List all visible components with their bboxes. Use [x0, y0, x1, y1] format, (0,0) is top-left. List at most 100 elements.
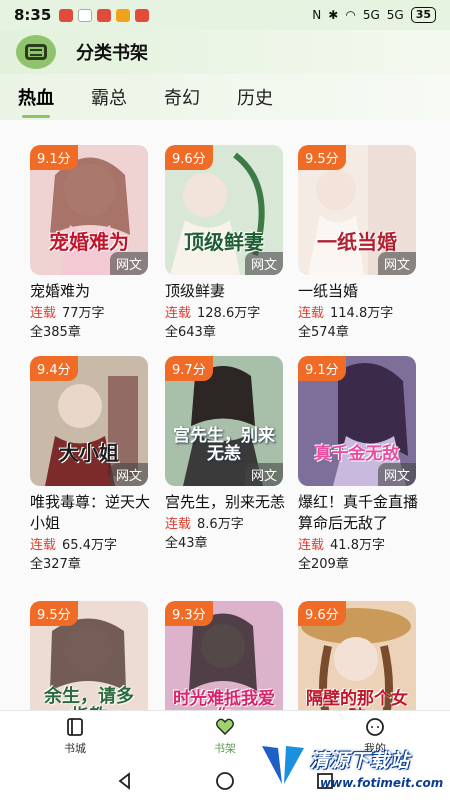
- tab-history[interactable]: 历史: [237, 84, 273, 120]
- score-badge: 9.1分: [298, 356, 346, 381]
- book-title[interactable]: 唯我毒尊：逆天大小姐: [30, 492, 150, 534]
- cover-title: 隔壁的那个女孩: [306, 688, 408, 710]
- book-meta: 连载 41.8万字: [298, 536, 418, 555]
- book-cover[interactable]: 9.5分 余生，请多指教: [30, 601, 148, 710]
- genre-tag: 网文: [109, 463, 148, 486]
- word-count: 41.8万字: [330, 538, 385, 553]
- score-badge: 9.1分: [30, 145, 78, 170]
- book-cover[interactable]: 9.7分 宫先生，别来无恙 网文: [165, 356, 283, 486]
- score-badge: 9.5分: [30, 601, 78, 626]
- book-cover[interactable]: 9.6分 顶级鲜妻 网文: [165, 145, 283, 275]
- nav-label: 书架: [214, 742, 236, 755]
- cover-title: 真千金无敌: [314, 444, 400, 465]
- book-cover[interactable]: 9.1分 宠婚难为 网文: [30, 145, 148, 275]
- site-watermark: 清源下载站 www.fotimeit.com: [258, 738, 448, 798]
- signal-5g-icon: 5G: [362, 8, 380, 22]
- cover-title: 宠婚难为: [49, 230, 129, 254]
- page-title: 分类书架: [76, 43, 148, 64]
- genre-tag: 网文: [377, 463, 416, 486]
- book-meta: 连载 65.4万字: [30, 536, 150, 555]
- score-badge: 9.7分: [165, 356, 213, 381]
- genre-tag: 网文: [109, 252, 148, 275]
- book-card[interactable]: 9.3分 时光难抵我爱你: [165, 601, 285, 710]
- word-count: 77万字: [62, 306, 105, 321]
- book-title[interactable]: 一纸当婚: [298, 281, 418, 302]
- score-badge: 9.6分: [165, 145, 213, 170]
- book-card[interactable]: 9.7分 宫先生，别来无恙 网文 宫先生，别来无恙 连载 8.6万字 全43章: [165, 356, 285, 553]
- book-cover[interactable]: 9.6分 隔壁的那个女孩: [298, 601, 416, 710]
- nfc-icon: N: [312, 8, 322, 22]
- notification-icons: [59, 8, 150, 22]
- back-triangle-icon[interactable]: [115, 771, 135, 791]
- status-indicators: N ✱ ◠ 5G 5G 35: [312, 7, 436, 23]
- chapter-count: 全327章: [30, 557, 81, 572]
- book-card[interactable]: 9.5分 一纸当婚 网文 一纸当婚 连载 114.8万字 全574章: [298, 145, 418, 342]
- serial-status: 连载: [298, 538, 325, 553]
- video-notification-icon: [116, 8, 131, 22]
- tab-domineering-ceo[interactable]: 霸总: [91, 84, 127, 120]
- home-circle-icon[interactable]: [215, 771, 235, 791]
- cover-title: 时光难抵我爱你: [173, 688, 275, 710]
- cover-title: 一纸当婚: [317, 230, 397, 254]
- book-card[interactable]: 9.5分 余生，请多指教: [30, 601, 150, 710]
- category-tabs: 热血 霸总 奇幻 历史: [0, 74, 450, 120]
- chapter-count: 全643章: [165, 325, 216, 340]
- bookshelf-heart-icon: [216, 718, 234, 735]
- watermark-text: 清源下载站: [310, 750, 411, 772]
- book-title[interactable]: 爆红！真千金直播算命后无敌了: [298, 492, 418, 534]
- book-card[interactable]: 9.1分 真千金无敌 网文 爆红！真千金直播算命后无敌了 连载 41.8万字 全2…: [298, 356, 418, 574]
- serial-status: 连载: [30, 306, 57, 321]
- book-card[interactable]: 9.4分 大小姐 网文 唯我毒尊：逆天大小姐 连载 65.4万字 全327章: [30, 356, 150, 574]
- status-time: 8:35: [14, 6, 52, 24]
- score-badge: 9.3分: [165, 601, 213, 626]
- book-title[interactable]: 顶级鲜妻: [165, 281, 285, 302]
- genre-tag: 网文: [244, 252, 283, 275]
- tab-hot-blood[interactable]: 热血: [18, 84, 54, 120]
- score-badge: 9.4分: [30, 356, 78, 381]
- book-grid: 9.1分 宠婚难为 网文 宠婚难为 连载 77万字 全385章 9.6分 顶级鲜妻…: [0, 120, 450, 710]
- score-badge: 9.5分: [298, 145, 346, 170]
- signal-5g-icon-2: 5G: [386, 8, 404, 22]
- book-cover[interactable]: 9.3分 时光难抵我爱你: [165, 601, 283, 710]
- serial-status: 连载: [165, 306, 192, 321]
- book-card[interactable]: 9.1分 宠婚难为 网文 宠婚难为 连载 77万字 全385章: [30, 145, 150, 342]
- wifi-icon: ◠: [345, 8, 356, 22]
- book-cover[interactable]: 9.5分 一纸当婚 网文: [298, 145, 416, 275]
- tab-fantasy[interactable]: 奇幻: [164, 84, 200, 120]
- word-count: 114.8万字: [330, 306, 394, 321]
- chapter-count: 全385章: [30, 325, 81, 340]
- book-title[interactable]: 宠婚难为: [30, 281, 150, 302]
- book-title[interactable]: 宫先生，别来无恙: [165, 492, 285, 513]
- word-count: 128.6万字: [197, 306, 261, 321]
- book-card[interactable]: 9.6分 隔壁的那个女孩: [298, 601, 418, 710]
- book-card[interactable]: 9.6分 顶级鲜妻 网文 顶级鲜妻 连载 128.6万字 全643章: [165, 145, 285, 342]
- watermark-url: www.fotimeit.com: [320, 776, 444, 790]
- cover-title: 宫先生，别来无恙: [173, 425, 275, 465]
- serial-status: 连载: [298, 306, 325, 321]
- app-notification-icon: [78, 8, 93, 22]
- message-notification-icon: [97, 8, 112, 22]
- mail-notification-icon-2: [135, 8, 150, 22]
- status-bar: 8:35 N ✱ ◠ 5G 5G 35: [0, 0, 450, 30]
- battery-icon: 35: [410, 7, 436, 23]
- chapter-count: 全43章: [165, 536, 208, 551]
- nav-book-city[interactable]: 书城: [0, 711, 150, 762]
- serial-status: 连载: [30, 538, 57, 553]
- chapter-count: 全574章: [298, 325, 349, 340]
- genre-tag: 网文: [377, 252, 416, 275]
- book-city-icon: [67, 718, 83, 736]
- book-meta: 连载 8.6万字: [165, 515, 285, 534]
- chapter-count: 全209章: [298, 557, 349, 572]
- profile-chat-icon: [366, 718, 384, 736]
- book-cover[interactable]: 9.4分 大小姐 网文: [30, 356, 148, 486]
- app-logo-icon[interactable]: [16, 35, 56, 69]
- nav-label: 书城: [64, 742, 86, 755]
- watermark-logo-icon: [262, 746, 304, 784]
- bluetooth-icon: ✱: [328, 8, 339, 22]
- genre-tag: 网文: [244, 463, 283, 486]
- score-badge: 9.6分: [298, 601, 346, 626]
- serial-status: 连载: [165, 517, 192, 532]
- book-cover[interactable]: 9.1分 真千金无敌 网文: [298, 356, 416, 486]
- book-meta: 连载 114.8万字: [298, 304, 418, 323]
- cover-title: 顶级鲜妻: [184, 230, 264, 254]
